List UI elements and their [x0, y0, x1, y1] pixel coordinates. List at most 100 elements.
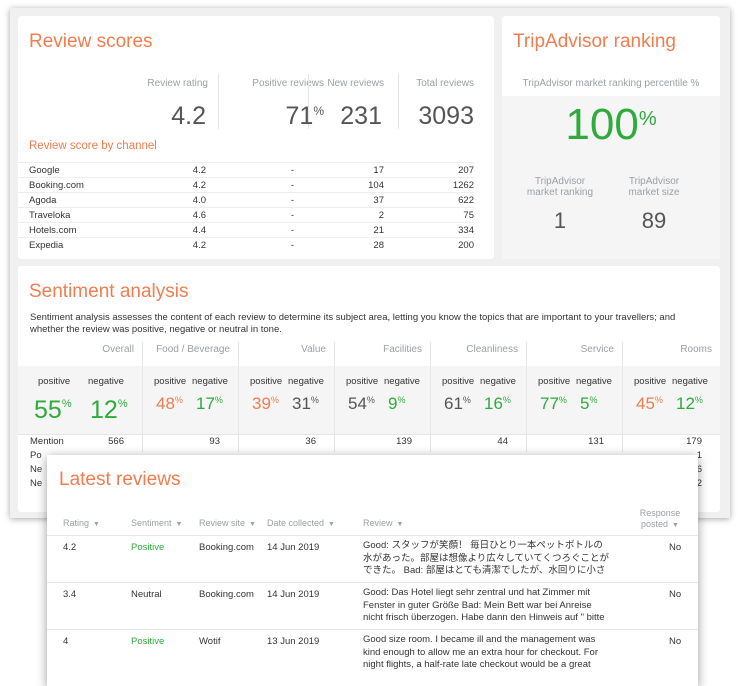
review-row[interactable]: 4.2 Positive Booking.com 14 Jun 2019 Good: ス… [47, 535, 698, 582]
row-label-partial: Ne [30, 478, 43, 489]
row-label-partial: Ne [30, 464, 43, 475]
review-date: 14 Jun 2019 [267, 542, 320, 553]
sentiment-column-header[interactable]: Sentiment ▼ [131, 518, 182, 528]
channel-positive: - [290, 165, 294, 176]
sort-caret-icon: ▼ [396, 521, 404, 528]
channel-new-reviews: 37 [373, 195, 384, 206]
review-text-line: kind enough to allow me an extra hour fo… [363, 646, 598, 658]
positive-label: positive [634, 376, 667, 387]
review-rating-value: 4.2 [171, 102, 206, 130]
positive-label: positive [38, 376, 71, 387]
negative-label: negative [192, 376, 228, 387]
review-rating: 4.2 [63, 542, 77, 553]
review-text-line: Good: Das Hotel liegt sehr zentral und h… [363, 587, 591, 598]
review-column-header[interactable]: Review ▼ [363, 518, 403, 528]
tripadvisor-title: TripAdvisor ranking [513, 31, 676, 52]
channel-positive: - [290, 240, 294, 251]
channel-new-reviews: 17 [373, 165, 384, 176]
negative-percent: 17% [196, 394, 223, 413]
positive-percent: 54% [348, 394, 375, 413]
review-text-line: Good size room. I became ill and the man… [363, 634, 596, 645]
response-posted: No [669, 636, 682, 647]
sort-caret-icon: ▼ [672, 522, 679, 529]
rating-column-header[interactable]: Rating ▼ [63, 518, 100, 528]
channel-rating: 4.4 [192, 225, 206, 236]
negative-percent: 31% [292, 394, 319, 413]
channel-new-reviews: 21 [373, 225, 384, 236]
mention-count: 131 [588, 436, 604, 447]
mention-count: 139 [396, 436, 412, 447]
market-ranking-label: TripAdvisor market ranking [526, 176, 594, 198]
header-new-reviews: New reviews [327, 78, 384, 89]
channel-positive: - [290, 180, 294, 191]
review-text-line: Good: スタッフが笑顔！ 毎日ひとり一本ペットボトルの [363, 540, 603, 551]
review-sentiment: Neutral [131, 589, 162, 600]
review-date: 13 Jun 2019 [267, 636, 320, 647]
sentiment-category-label: Facilities [383, 344, 422, 355]
latest-reviews-title: Latest reviews [59, 469, 181, 490]
percentile-value: 100% [565, 100, 657, 149]
response-posted: No [669, 589, 682, 600]
positive-label: positive [346, 376, 379, 387]
table-row: Hotels.com 4.4 - 21 334 [18, 222, 474, 237]
market-size-value: 89 [641, 208, 667, 233]
new-reviews-value: 231 [340, 102, 382, 130]
channel-positive: - [290, 195, 294, 206]
negative-label: negative [288, 376, 324, 387]
positive-label: positive [538, 376, 571, 387]
channel-rating: 4.2 [192, 240, 206, 251]
review-text-line: nicht frisch überzogen. Habe dann den Hi… [363, 612, 605, 623]
sentiment-category-label: Cleanliness [466, 344, 518, 355]
review-text: Good: Das Hotel liegt sehr zentral und h… [363, 587, 619, 625]
sort-caret-icon: ▼ [175, 521, 183, 528]
positive-percent: 48% [156, 394, 183, 413]
table-row: Google 4.2 - 17 207 [18, 162, 474, 177]
date-collected-column-header[interactable]: Date collected ▼ [267, 518, 335, 528]
review-scores-title: Review scores [29, 31, 153, 52]
header-review-rating: Review rating [147, 78, 208, 89]
negative-label: negative [576, 376, 612, 387]
channel-rating: 4.6 [192, 210, 206, 221]
review-site: Wotif [199, 636, 221, 647]
mention-count: 36 [305, 436, 316, 447]
table-row: Agoda 4.0 - 37 622 [18, 192, 474, 207]
sentiment-category-label: Food / Beverage [156, 344, 230, 355]
channel-total-reviews: 622 [458, 195, 474, 206]
response-posted-column-header[interactable]: Response posted ▼ [633, 508, 687, 531]
negative-label: negative [88, 376, 124, 387]
review-sentiment: Positive [131, 542, 165, 553]
positive-label: positive [442, 376, 475, 387]
channel-rating: 4.0 [192, 195, 206, 206]
review-site-column-header[interactable]: Review site ▼ [199, 518, 256, 528]
reviews-table: 4.2 Positive Booking.com 14 Jun 2019 Good: ス… [47, 535, 698, 686]
channel-rating: 4.2 [192, 180, 206, 191]
channel-name: Google [29, 165, 60, 176]
review-date: 14 Jun 2019 [267, 589, 320, 600]
negative-percent: 9% [388, 394, 406, 413]
channel-positive: - [290, 225, 294, 236]
channel-new-reviews: 28 [373, 240, 384, 251]
negative-percent: 12% [676, 394, 703, 413]
review-site: Booking.com [199, 589, 254, 600]
sort-caret-icon: ▼ [249, 521, 256, 528]
positive-label: positive [250, 376, 283, 387]
negative-percent: 5% [580, 394, 598, 413]
mention-count: 179 [686, 436, 702, 447]
channel-total-reviews: 200 [458, 240, 474, 251]
review-row[interactable]: 4 Positive Wotif 13 Jun 2019 Good size room.… [47, 629, 698, 676]
channel-name: Traveloka [29, 210, 71, 221]
channel-table: Google 4.2-17 207 Booking.com 4.2-104 1262 Ago… [18, 162, 494, 256]
review-site: Booking.com [199, 542, 254, 553]
channel-new-reviews: 104 [368, 180, 384, 191]
channel-total-reviews: 334 [458, 225, 474, 236]
review-row[interactable]: 3.4 Neutral Booking.com 14 Jun 2019 Good: Da… [47, 582, 698, 629]
mention-row-border [18, 434, 720, 435]
review-text-line: night flights, a half-rate late checkout… [363, 659, 591, 670]
channel-name: Booking.com [29, 180, 84, 191]
sentiment-category-label: Value [301, 344, 326, 355]
review-text-line: Fenster in guter Größe Bad: Mein Bett wa… [363, 599, 592, 611]
channel-section-title: Review score by channel [29, 140, 157, 152]
review-rating: 4 [63, 636, 69, 647]
market-ranking-value: 1 [553, 208, 567, 233]
review-rating: 3.4 [63, 589, 77, 600]
